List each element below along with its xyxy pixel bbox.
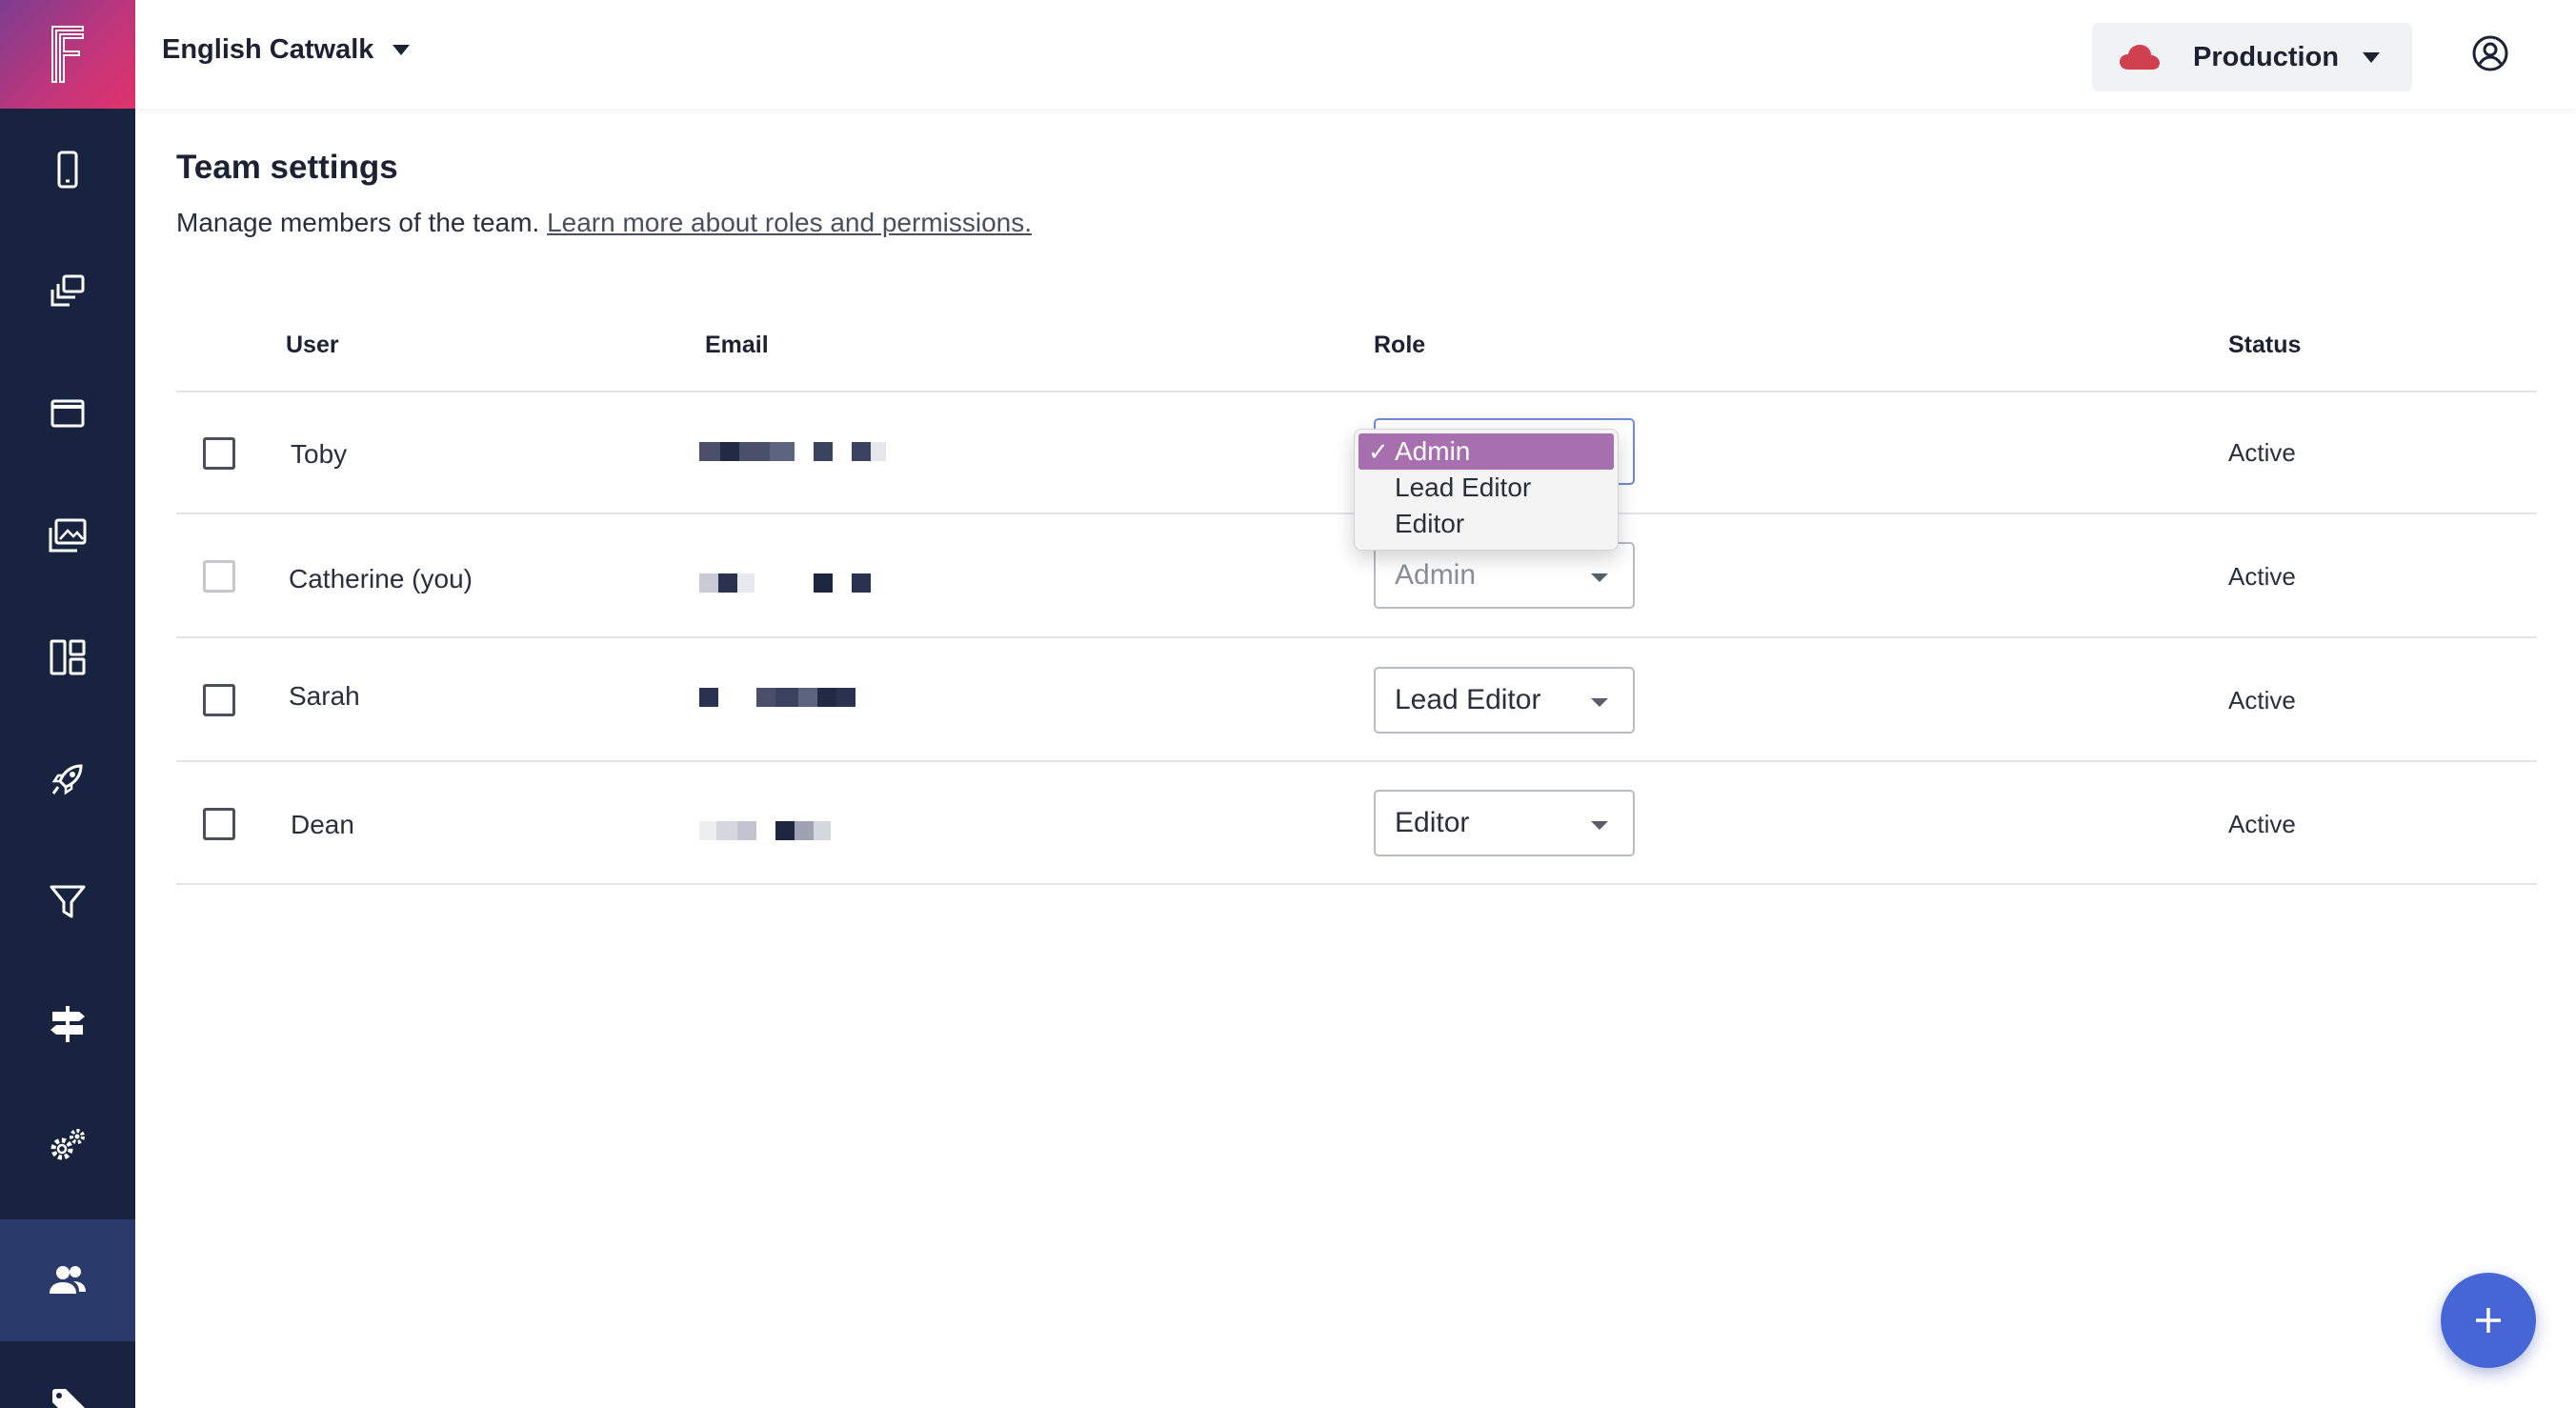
top-bar: English Catwalk Production: [135, 0, 2576, 109]
chevron-down-icon: [1591, 573, 1608, 582]
images-icon: [49, 518, 87, 553]
sidebar-item-mobile[interactable]: [0, 109, 135, 231]
mobile-icon: [57, 151, 78, 189]
layout-icon: [50, 639, 86, 675]
option-label: Lead Editor: [1395, 473, 1532, 502]
chevron-down-icon: [392, 45, 411, 55]
sidebar-item-tags[interactable]: [0, 1341, 135, 1408]
gears-icon: [50, 1129, 85, 1160]
role-value: Admin: [1395, 559, 1477, 591]
sidebar-item-collections[interactable]: [0, 231, 135, 352]
sidebar-item-routing[interactable]: [0, 962, 135, 1084]
role-select[interactable]: Lead Editor: [1374, 667, 1635, 734]
page-subtitle: Manage members of the team. Learn more a…: [176, 208, 1032, 238]
user-name: Dean: [291, 810, 354, 839]
check-icon: ✓: [1368, 437, 1389, 466]
logo-f-icon: [51, 26, 84, 83]
row-checkbox[interactable]: [203, 808, 235, 840]
user-name: Sarah: [289, 681, 360, 711]
role-value: Editor: [1395, 807, 1470, 838]
user-name: Catherine (you): [289, 564, 473, 593]
row-divider: [176, 883, 2537, 885]
sidebar-item-filters[interactable]: [0, 840, 135, 962]
app-logo[interactable]: [0, 0, 135, 109]
row-checkbox[interactable]: [203, 437, 235, 470]
column-header-role[interactable]: Role: [1374, 332, 1425, 359]
project-name: English Catwalk: [162, 34, 374, 65]
chevron-down-icon: [1591, 698, 1608, 707]
user-name: Toby: [291, 439, 348, 469]
status-text: Active: [2228, 810, 2296, 838]
sidebar-item-launch[interactable]: [0, 718, 135, 840]
window-icon: [50, 399, 85, 428]
rocket-icon: [51, 764, 83, 795]
sidebar-item-team[interactable]: [0, 1219, 135, 1341]
row-checkbox: [203, 560, 235, 593]
column-header-email[interactable]: Email: [705, 332, 769, 359]
signpost-icon: [50, 1006, 85, 1042]
page-title: Team settings: [176, 149, 398, 186]
dropdown-option-lead-editor[interactable]: Lead Editor: [1355, 470, 1618, 506]
filter-icon: [50, 885, 86, 918]
row-divider: [176, 636, 2537, 638]
row-divider: [176, 760, 2537, 762]
option-label: Admin: [1395, 436, 1471, 466]
column-header-status[interactable]: Status: [2228, 332, 2301, 359]
environment-label: Production: [2193, 41, 2340, 72]
role-value: Lead Editor: [1395, 684, 1541, 715]
tag-icon: [52, 1389, 85, 1408]
project-selector[interactable]: English Catwalk: [162, 34, 411, 66]
sidebar-item-media[interactable]: [0, 474, 135, 596]
option-label: Editor: [1395, 509, 1465, 538]
role-dropdown-menu: ✓ Admin Lead Editor Editor: [1354, 429, 1619, 551]
column-header-user[interactable]: User: [286, 332, 339, 359]
sidebar: [0, 0, 135, 1408]
sidebar-item-settings[interactable]: [0, 1084, 135, 1206]
dropdown-option-admin[interactable]: ✓ Admin: [1358, 433, 1614, 470]
sidebar-item-screens[interactable]: [0, 352, 135, 474]
users-icon: [50, 1266, 86, 1294]
status-text: Active: [2228, 562, 2296, 591]
status-text: Active: [2228, 686, 2296, 714]
header-divider: [176, 391, 2537, 392]
add-member-button[interactable]: [2441, 1273, 2536, 1368]
status-text: Active: [2228, 438, 2296, 467]
plus-icon: [2476, 1308, 2501, 1333]
role-select[interactable]: Editor: [1374, 790, 1635, 856]
cloud-icon: [2120, 45, 2160, 70]
environment-selector[interactable]: Production: [2092, 23, 2412, 91]
chevron-down-icon: [2363, 52, 2380, 63]
stack-icon: [50, 274, 85, 307]
role-select: Admin: [1374, 542, 1635, 609]
row-checkbox[interactable]: [203, 684, 235, 716]
subtitle-text: Manage members of the team.: [176, 208, 540, 237]
roles-permissions-link[interactable]: Learn more about roles and permissions.: [547, 208, 1032, 237]
sidebar-item-layouts[interactable]: [0, 596, 135, 718]
dropdown-option-editor[interactable]: Editor: [1355, 506, 1618, 542]
account-icon[interactable]: [2471, 34, 2509, 72]
chevron-down-icon: [1591, 821, 1608, 830]
